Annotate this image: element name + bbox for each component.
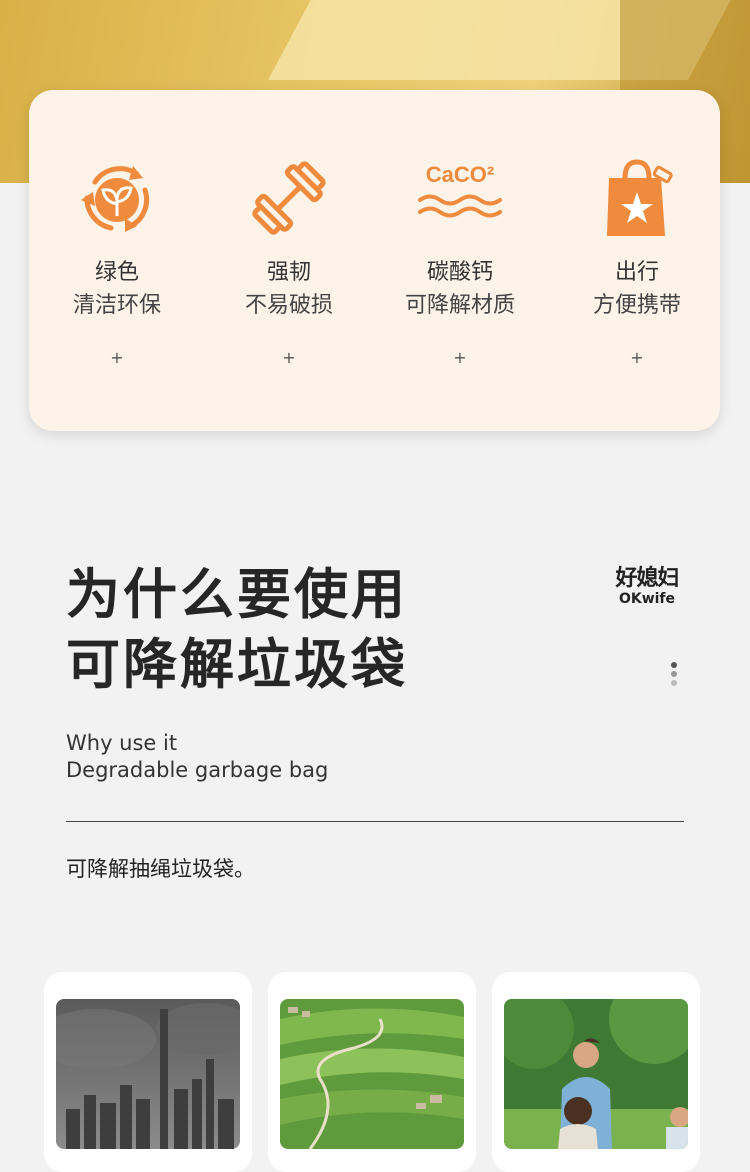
- shopping-bag-icon: [607, 159, 673, 236]
- dumbbell-icon: [252, 161, 326, 235]
- brand-name-cn: 好媳妇: [615, 566, 679, 591]
- page-title: 为什么要使用 可降解垃圾袋: [66, 560, 408, 700]
- feature-subtitle: 清洁环保: [72, 293, 161, 318]
- family-picnic-photo: [504, 999, 688, 1149]
- title-line: 可降解垃圾袋: [66, 633, 408, 696]
- title-line: 为什么要使用: [66, 563, 408, 626]
- more-dots-icon[interactable]: [671, 662, 679, 689]
- feature-strong: 强韧 不易破损 +: [203, 90, 375, 431]
- product-description: 可降解抽绳垃圾袋。: [66, 857, 255, 881]
- expand-button[interactable]: +: [31, 348, 203, 368]
- caco2-icon: CaCO²: [418, 162, 502, 218]
- photo-card[interactable]: [44, 972, 252, 1172]
- brand-logo: 好媳妇 OKwife: [605, 566, 689, 606]
- svg-text:CaCO²: CaCO²: [426, 162, 494, 187]
- feature-subtitle: 方便携带: [592, 293, 681, 318]
- feature-title: 绿色: [94, 260, 139, 285]
- subtitle-line: Why use it: [66, 731, 178, 755]
- feature-caco3: CaCO² 碳酸钙 可降解材质 +: [374, 90, 546, 431]
- expand-button[interactable]: +: [203, 348, 375, 368]
- photo-card[interactable]: [268, 972, 476, 1172]
- expand-button[interactable]: +: [551, 348, 723, 368]
- expand-button[interactable]: +: [374, 348, 546, 368]
- english-subtitle: Why use it Degradable garbage bag: [66, 730, 328, 784]
- feature-green: 绿色 清洁环保 +: [31, 90, 203, 431]
- feature-title: 出行: [614, 260, 659, 285]
- recycle-leaf-icon: [81, 166, 150, 232]
- feature-title: 强韧: [266, 260, 311, 285]
- features-card: 绿色 清洁环保 + 强韧 不易破损 + CaCO² 碳酸钙 可降解材质 + 出行…: [29, 90, 720, 431]
- polluted-city-photo: [56, 999, 240, 1149]
- feature-portable: 出行 方便携带 +: [551, 90, 723, 431]
- feature-title: 碳酸钙: [426, 260, 493, 285]
- brand-name-en: OKwife: [618, 591, 676, 607]
- divider: [66, 821, 684, 822]
- subtitle-line: Degradable garbage bag: [66, 758, 329, 782]
- feature-subtitle: 不易破损: [244, 293, 333, 318]
- photo-card[interactable]: [492, 972, 700, 1172]
- green-terraces-photo: [280, 999, 464, 1149]
- feature-subtitle: 可降解材质: [404, 293, 515, 318]
